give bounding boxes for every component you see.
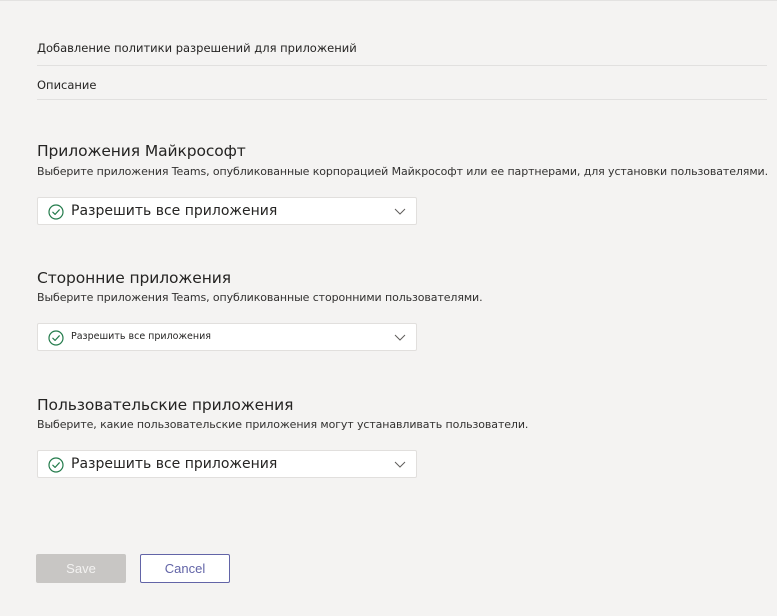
- custom-apps-description: Выберите, какие пользовательские приложе…: [37, 418, 529, 431]
- check-circle-icon: [48, 457, 64, 473]
- cancel-button[interactable]: Cancel: [140, 554, 230, 583]
- microsoft-apps-description: Выберите приложения Teams, опубликованны…: [37, 165, 768, 178]
- description-label: Описание: [37, 78, 97, 92]
- microsoft-apps-selected-value: Разрешить все приложения: [71, 203, 278, 219]
- check-circle-icon: [48, 330, 64, 346]
- chevron-down-icon: [394, 461, 406, 468]
- third-party-apps-description: Выберите приложения Teams, опубликованны…: [37, 291, 483, 304]
- save-button[interactable]: Save: [36, 554, 126, 583]
- chevron-down-icon: [394, 334, 406, 341]
- third-party-apps-selected-value: Разрешить все приложения: [71, 331, 211, 342]
- third-party-apps-dropdown[interactable]: Разрешить все приложения: [37, 323, 417, 351]
- custom-apps-title: Пользовательские приложения: [37, 396, 294, 414]
- policy-name-field[interactable]: Добавление политики разрешений для прило…: [37, 41, 767, 66]
- description-field[interactable]: Описание: [37, 78, 767, 100]
- chevron-down-icon: [394, 208, 406, 215]
- custom-apps-selected-value: Разрешить все приложения: [71, 456, 278, 472]
- microsoft-apps-dropdown[interactable]: Разрешить все приложения: [37, 197, 417, 225]
- top-divider: [0, 0, 777, 1]
- check-circle-icon: [48, 204, 64, 220]
- policy-name-label: Добавление политики разрешений для прило…: [37, 41, 357, 55]
- microsoft-apps-title: Приложения Майкрософт: [37, 142, 246, 160]
- third-party-apps-title: Сторонние приложения: [37, 269, 231, 287]
- custom-apps-dropdown[interactable]: Разрешить все приложения: [37, 450, 417, 478]
